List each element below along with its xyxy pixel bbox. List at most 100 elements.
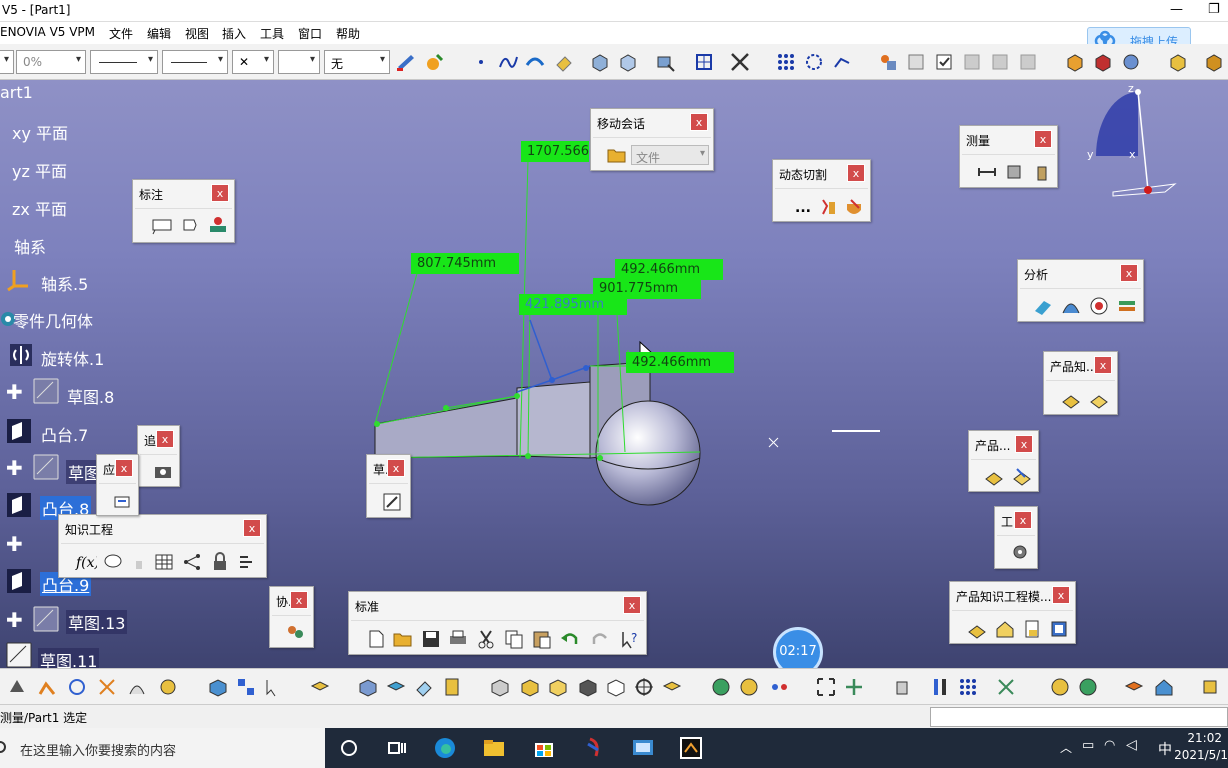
transparency-dropdown[interactable]: 0% ▾ (16, 50, 86, 74)
tree-item-zx-plane[interactable]: zx 平面 (12, 196, 67, 220)
house-icon[interactable] (1153, 676, 1175, 698)
menu-file[interactable]: 文件 (109, 25, 133, 42)
collaboration-icon[interactable] (284, 621, 306, 643)
measure-inertia-icon[interactable] (1031, 161, 1053, 183)
tree-item-sketch-8[interactable]: 草图.8 (67, 384, 114, 408)
globe-icon[interactable] (710, 676, 732, 698)
cube-view-1-icon[interactable] (489, 676, 511, 698)
undo-icon[interactable] (559, 628, 581, 650)
tree-item-revolve-1[interactable]: 旋转体.1 (41, 346, 104, 370)
publication-icon[interactable] (1049, 676, 1071, 698)
compass-tool-icon[interactable] (729, 51, 751, 73)
template-doc-icon[interactable] (1021, 618, 1043, 640)
assembly-icon[interactable] (654, 51, 676, 73)
product-update-icon[interactable] (1011, 465, 1033, 487)
command-input[interactable] (930, 707, 1228, 727)
line-type-dropdown[interactable]: ▾ (162, 50, 228, 74)
minimize-icon[interactable]: — (1170, 2, 1183, 17)
dimension-label[interactable]: 421.895mm (519, 294, 627, 315)
new-file-icon[interactable] (365, 628, 387, 650)
box-open-icon[interactable] (661, 676, 683, 698)
section-view-icon[interactable] (843, 196, 865, 218)
cut-icon[interactable] (475, 628, 497, 650)
comment-icon[interactable] (102, 551, 124, 573)
close-icon[interactable]: x (1014, 511, 1032, 529)
recorder-app-icon[interactable] (679, 736, 703, 760)
catalog-icon[interactable] (1167, 51, 1189, 73)
knowledge-check-icon[interactable] (1088, 388, 1110, 410)
expand-icon[interactable]: ✚ (6, 456, 23, 480)
menu-view[interactable]: 视图 (185, 25, 209, 42)
cube-view-5-icon[interactable] (605, 676, 627, 698)
tree-item-yz-plane[interactable]: yz 平面 (12, 158, 67, 182)
annotation-plane-icon[interactable] (207, 214, 229, 236)
matrix-icon[interactable] (957, 676, 979, 698)
measure-item-icon[interactable] (1004, 161, 1026, 183)
target-icon[interactable] (633, 676, 655, 698)
restore-icon[interactable]: ❐ (1208, 2, 1220, 17)
remote-desktop-icon[interactable] (631, 736, 655, 760)
paste-icon[interactable] (531, 628, 553, 650)
fit-all-icon[interactable] (815, 676, 837, 698)
rule-set-icon[interactable] (236, 551, 258, 573)
3d-viewport[interactable]: z y x art1 xy 平面 yz 平面 zx 平面 轴系 轴系.5 零件几… (0, 80, 1228, 677)
close-icon[interactable]: x (1052, 586, 1070, 604)
folder-open-icon[interactable] (607, 146, 627, 164)
camera-icon[interactable] (152, 460, 174, 482)
whats-this-icon[interactable]: ? (619, 628, 641, 650)
template-catalog-icon[interactable] (1048, 618, 1070, 640)
tree-item-part-body[interactable]: 零件几何体 (13, 308, 93, 332)
rotate-icon[interactable] (66, 676, 88, 698)
pan-icon[interactable] (843, 676, 865, 698)
dimension-label[interactable]: 492.466mm (626, 352, 734, 373)
point-icon[interactable] (470, 51, 492, 73)
palette-icon[interactable] (738, 676, 760, 698)
clock-date[interactable]: 2021/5/1 (1174, 748, 1228, 762)
template-book-icon[interactable] (966, 618, 988, 640)
flag-note-icon[interactable] (178, 214, 200, 236)
shading-icon[interactable] (309, 676, 331, 698)
product-tool-icon[interactable] (983, 465, 1005, 487)
cube-view-3-icon[interactable] (547, 676, 569, 698)
part-icon[interactable] (589, 51, 611, 73)
multi-view-icon[interactable] (157, 676, 179, 698)
box-icon[interactable] (1064, 51, 1086, 73)
network-icon[interactable] (181, 551, 203, 573)
wifi-icon[interactable]: ◠ (1104, 738, 1115, 753)
more-icon[interactable]: ... (795, 200, 811, 216)
product-icon[interactable] (617, 51, 639, 73)
close-icon[interactable]: x (243, 519, 261, 537)
tree-item-xy-plane[interactable]: xy 平面 (12, 120, 68, 144)
zoom-area-icon[interactable] (96, 676, 118, 698)
sphere-tool-icon[interactable] (1120, 51, 1142, 73)
tree-root[interactable]: art1 (0, 83, 33, 102)
close-icon[interactable]: x (1034, 130, 1052, 148)
menu-insert[interactable]: 插入 (222, 25, 246, 42)
layers-icon[interactable] (1116, 295, 1138, 317)
reaction-icon[interactable] (989, 51, 1011, 73)
menu-tools[interactable]: 工具 (260, 25, 284, 42)
clash-icon[interactable] (1088, 295, 1110, 317)
chevron-up-icon[interactable]: ︿ (1060, 739, 1072, 756)
normal-view-icon[interactable] (126, 676, 148, 698)
tree-item-pad-7[interactable]: 凸台.7 (41, 422, 88, 446)
catalog-browser-icon[interactable] (1077, 676, 1099, 698)
cylinder-icon[interactable] (1199, 676, 1221, 698)
transform-icon[interactable] (995, 676, 1017, 698)
share-icon[interactable] (768, 676, 790, 698)
spline-icon[interactable] (497, 51, 519, 73)
menu-enovia[interactable]: ENOVIA V5 VPM (0, 25, 95, 39)
close-icon[interactable]: x (1120, 264, 1138, 282)
close-icon[interactable]: x (387, 459, 405, 477)
close-icon[interactable]: x (115, 459, 133, 477)
close-icon[interactable]: x (211, 184, 229, 202)
eraser-icon[interactable] (553, 51, 575, 73)
padlock-icon[interactable] (209, 551, 231, 573)
rule-icon[interactable] (961, 51, 983, 73)
pack-icon[interactable] (1203, 51, 1225, 73)
dimension-label[interactable]: 1707.566m (521, 141, 602, 162)
edge-icon[interactable] (433, 736, 457, 760)
curvature-icon[interactable] (1060, 295, 1082, 317)
template-home-icon[interactable] (994, 618, 1016, 640)
table-icon[interactable] (153, 551, 175, 573)
